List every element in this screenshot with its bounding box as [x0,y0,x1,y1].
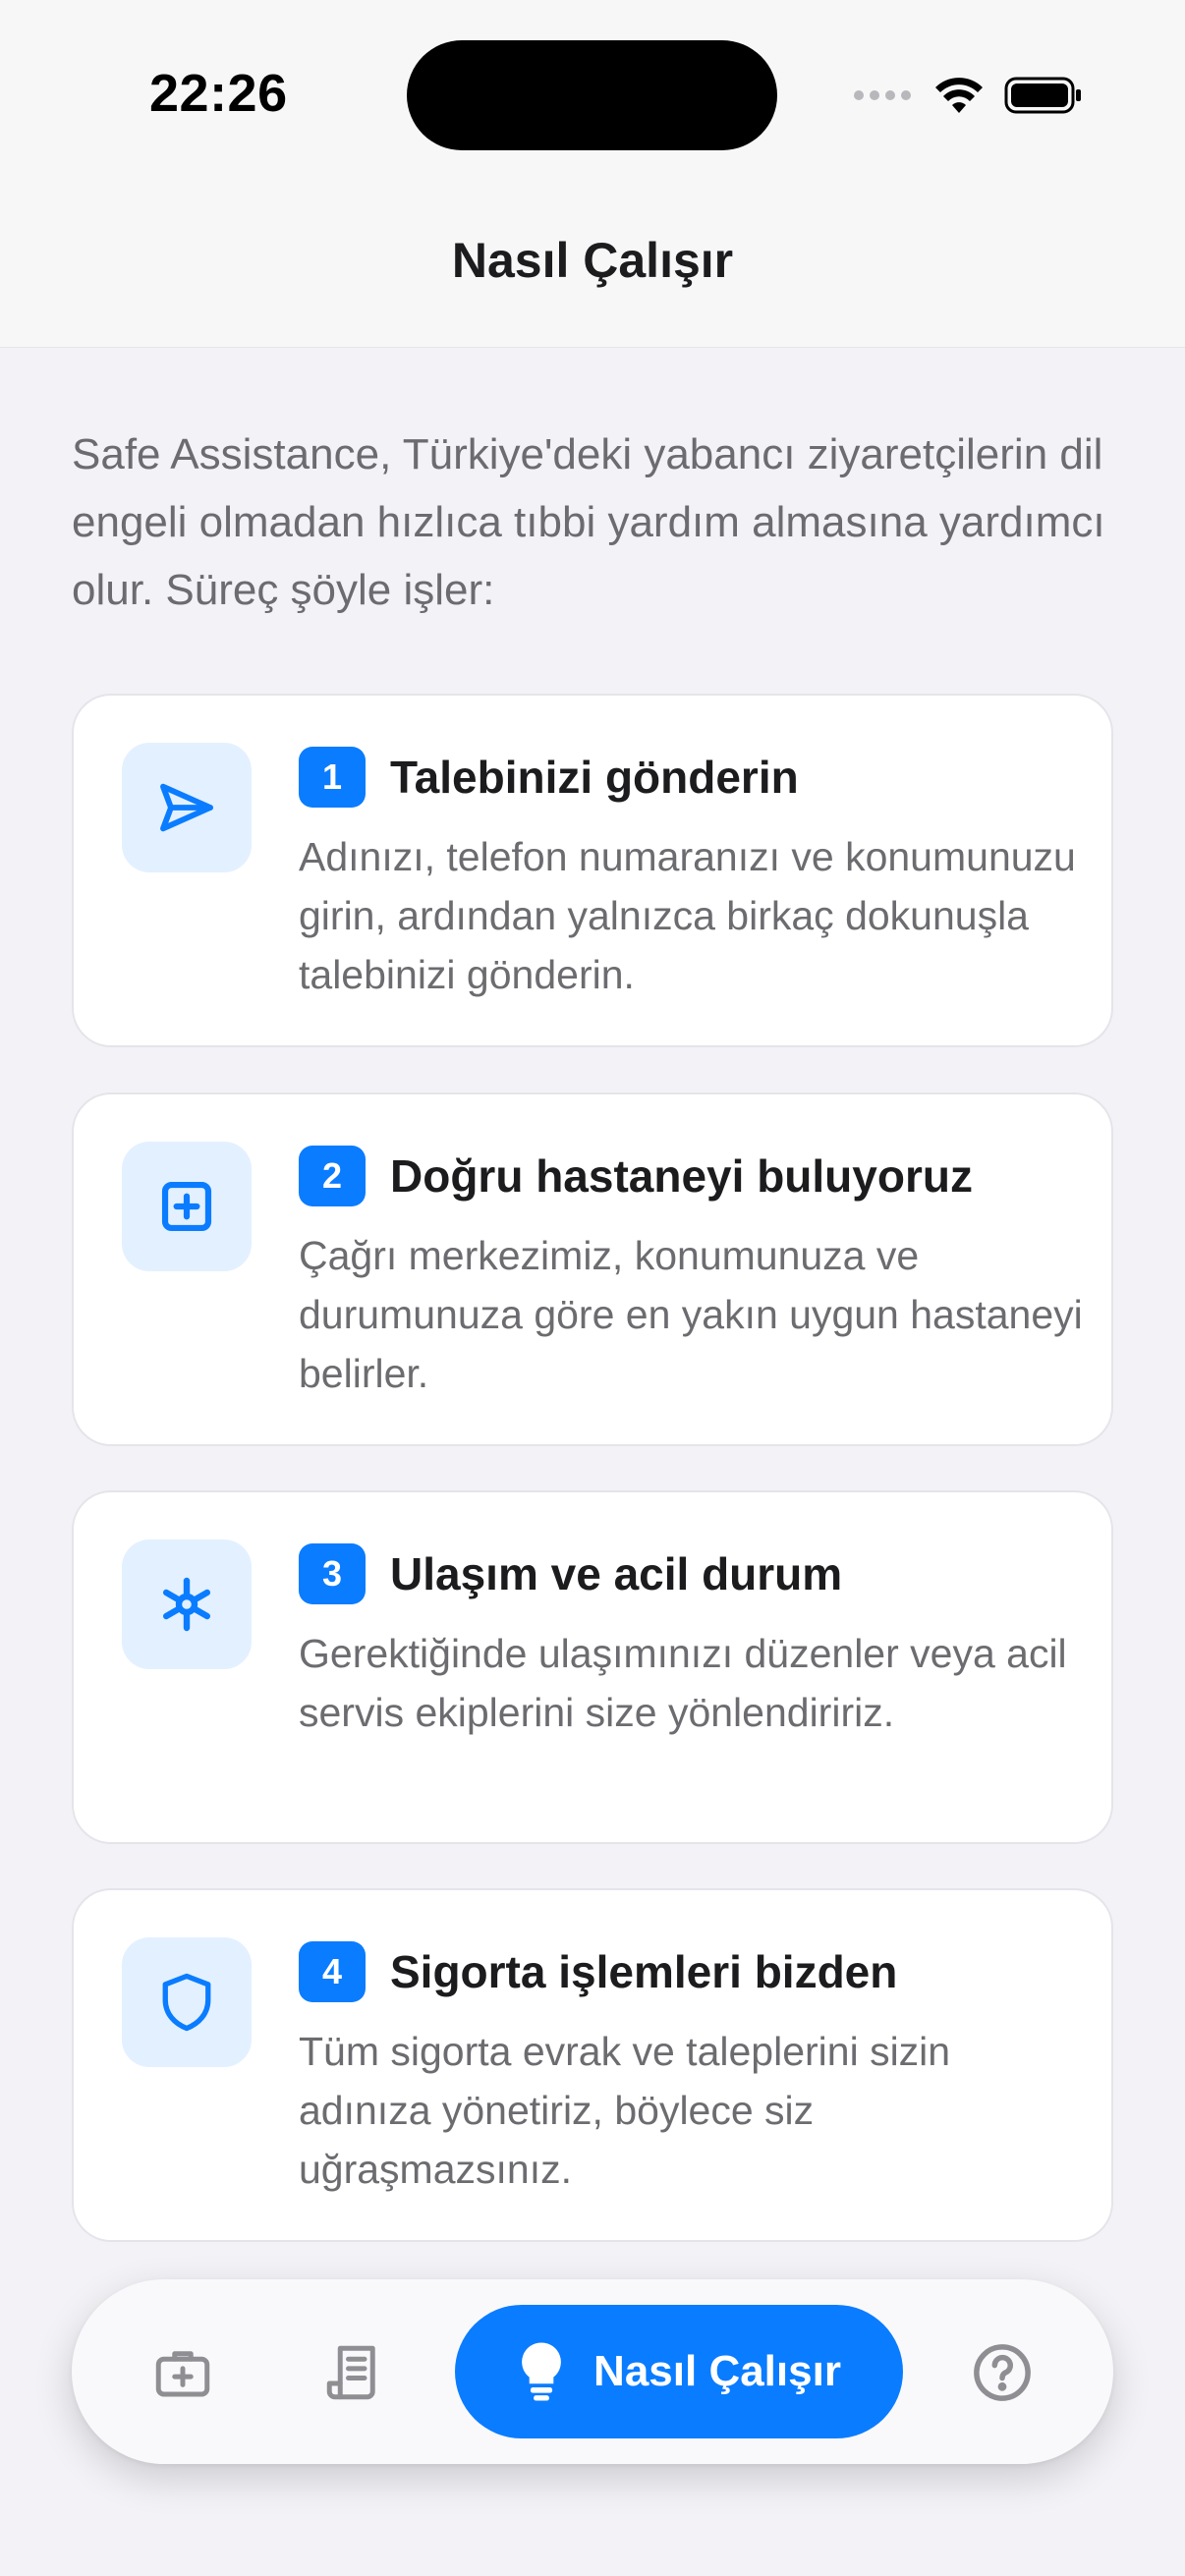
step-card-3: 3 Ulaşım ve acil durum Gerektiğinde ulaş… [72,1490,1113,1844]
send-icon [160,783,213,832]
step-title: Sigorta işlemleri bizden [390,1946,898,1997]
step-number-badge: 4 [299,1941,366,2002]
medical-kit-icon [155,2351,210,2397]
step-description: Adınızı, telefon numaranızı ve konumunuz… [299,834,1076,997]
tab-medical-kit[interactable] [139,2328,227,2417]
asterisk-icon [163,1577,210,1632]
page-title: Nasıl Çalışır [451,233,734,288]
step-icon-container [122,1937,252,2067]
step-number-badge: 2 [299,1146,366,1206]
status-time: 22:26 [149,64,288,123]
step-card-1: 1 Talebinizi gönderin Adınızı, telefon n… [72,694,1113,1047]
intro-text: Safe Assistance, Türkiye'deki yabancı zi… [72,430,1105,614]
step-title: Ulaşım ve acil durum [390,1548,843,1599]
step-number-badge: 1 [299,747,366,808]
step-description: Gerektiğinde ulaşımınızı düzenler veya a… [299,1631,1067,1735]
signal-icon [854,90,911,100]
shield-icon [162,1973,211,2032]
receipt-icon [326,2345,375,2400]
navigation-bar: Nasıl Çalışır [0,196,1185,348]
tab-help[interactable] [958,2328,1046,2417]
step-icon-container [122,743,252,872]
battery-icon [1004,77,1081,114]
status-icons [853,71,1083,120]
status-bar: 22:26 [0,0,1185,196]
tab-bar: Nasıl Çalışır [72,2279,1113,2464]
medical-plus-icon [161,1181,212,1232]
dynamic-island [407,40,777,150]
tab-how-it-works[interactable]: Nasıl Çalışır [455,2305,903,2438]
step-title: Doğru hastaneyi buluyoruz [390,1150,973,1202]
step-card-2: 2 Doğru hastaneyi buluyoruz Çağrı merkez… [72,1092,1113,1446]
tab-how-it-works-label: Nasıl Çalışır [593,2347,841,2395]
step-description: Çağrı merkezimiz, konumunuza ve durumunu… [299,1233,1083,1396]
step-card-4: 4 Sigorta işlemleri bizden Tüm sigorta e… [72,1888,1113,2242]
step-icon-container [122,1142,252,1271]
step-icon-container [122,1540,252,1669]
step-number-badge: 3 [299,1543,366,1604]
lightbulb-icon [522,2342,561,2401]
step-description: Tüm sigorta evrak ve taleplerini sizin a… [299,2029,951,2192]
help-icon [974,2344,1031,2401]
step-title: Talebinizi gönderin [390,752,799,803]
wifi-icon [935,78,983,113]
tab-requests[interactable] [310,2328,398,2417]
